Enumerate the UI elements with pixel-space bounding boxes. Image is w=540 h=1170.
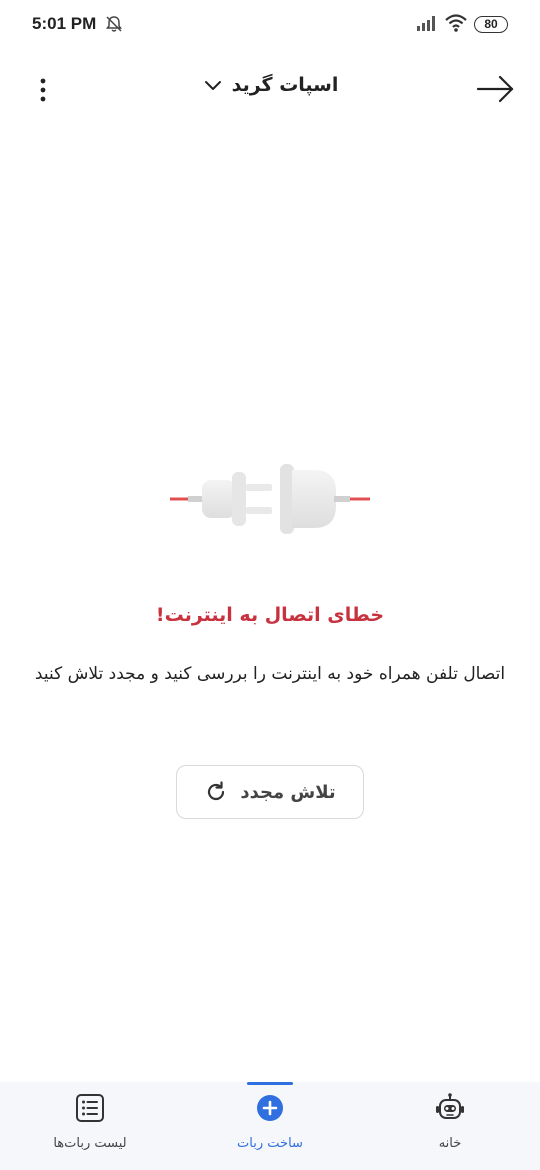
disconnected-plug-illustration (170, 464, 370, 534)
robot-icon (436, 1093, 464, 1119)
chevron-down-icon (204, 81, 221, 90)
error-description: اتصال تلفن همراه خود به اینترنت را بررسی… (34, 664, 506, 684)
signal-icon (417, 16, 435, 31)
plus-circle-icon (257, 1095, 283, 1121)
retry-label: تلاش مجدد (240, 781, 336, 803)
nav-label-home: خانه (438, 1136, 462, 1151)
error-title: خطای اتصال به اینترنت! (155, 604, 385, 626)
app-bar: اسپات گرید (0, 58, 540, 120)
nav-item-home[interactable]: خانه (360, 1082, 540, 1170)
nav-label-create-bot: ساخت ربات (237, 1136, 303, 1151)
bottom-navigation: لیست ربات‌ها ساخت ربات خانه (0, 1082, 540, 1170)
nav-label-bot-list: لیست ربات‌ها (53, 1136, 127, 1151)
wifi-icon (445, 14, 467, 32)
nav-item-create-bot[interactable]: ساخت ربات (180, 1082, 360, 1170)
page-title: اسپات گرید (231, 74, 339, 96)
arrow-right-icon[interactable] (474, 72, 516, 106)
list-icon (76, 1094, 104, 1122)
nav-item-bot-list[interactable]: لیست ربات‌ها (0, 1082, 180, 1170)
refresh-icon (208, 781, 225, 801)
bell-muted-icon (106, 16, 122, 32)
title-dropdown[interactable]: اسپات گرید (0, 74, 540, 96)
status-bar: 5:01 PM 80 (0, 0, 540, 50)
active-tab-indicator (247, 1082, 293, 1085)
retry-button[interactable]: تلاش مجدد (176, 765, 364, 819)
status-time: 5:01 PM (32, 14, 97, 33)
battery-indicator: 80 (474, 16, 508, 33)
